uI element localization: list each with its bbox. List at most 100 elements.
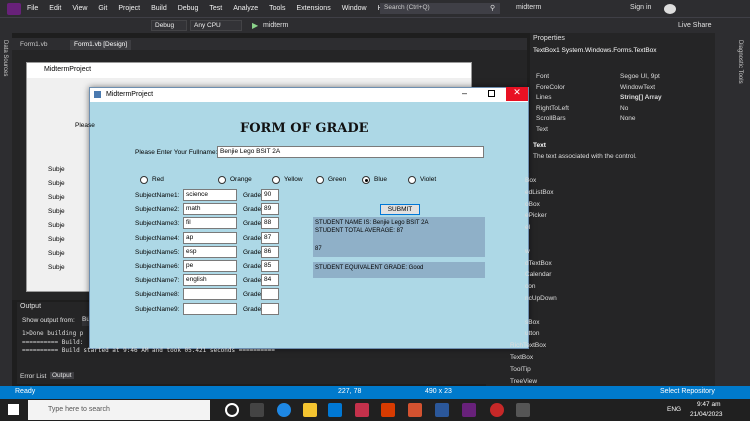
radio-orange[interactable] xyxy=(218,176,226,184)
subject-label: SubjectName3: xyxy=(135,220,180,228)
subject-input[interactable]: science xyxy=(183,189,237,201)
subject-input[interactable]: english xyxy=(183,274,237,287)
word-icon[interactable] xyxy=(435,403,449,417)
radio-yellow[interactable] xyxy=(272,176,280,184)
windows-start-icon[interactable] xyxy=(8,404,19,415)
menu-tools[interactable]: Tools xyxy=(269,5,285,12)
subject-input[interactable] xyxy=(183,302,237,315)
property-value-font[interactable]: Segoe UI, 9pt xyxy=(620,73,710,83)
toolbox-item[interactable]: edListBox xyxy=(525,189,585,200)
close-button[interactable]: ✕ xyxy=(506,87,528,101)
config-dropdown[interactable]: Debug xyxy=(151,20,187,31)
radio-red[interactable] xyxy=(140,176,148,184)
toolbox-item[interactable]: ncUpDown xyxy=(525,295,585,306)
grade-input[interactable]: 87 xyxy=(261,231,279,244)
property-value-righttoleft[interactable]: No xyxy=(620,105,710,115)
task-view-icon[interactable] xyxy=(250,403,264,417)
grade-input[interactable]: 84 xyxy=(261,274,279,287)
menu-file[interactable]: File xyxy=(27,5,38,12)
toolbox-item[interactable]: sBox xyxy=(525,319,585,330)
output-line: ========== Build started at 9:46 AM and … xyxy=(22,347,275,354)
error-list-tab[interactable]: Error List xyxy=(20,373,46,380)
toolbox-item[interactable]: Box xyxy=(525,177,585,188)
app-icon-1[interactable] xyxy=(355,403,369,417)
status-ready: Ready xyxy=(15,388,36,395)
grade-input[interactable]: 85 xyxy=(261,260,279,272)
menu-build[interactable]: Build xyxy=(151,5,167,12)
app-icon-3[interactable] xyxy=(408,403,422,417)
search-box[interactable]: Search (Ctrl+Q) xyxy=(380,3,500,14)
menu-debug[interactable]: Debug xyxy=(178,5,199,12)
grade-input[interactable] xyxy=(261,302,279,315)
fullname-input[interactable]: Benjie Lego BSIT 2A xyxy=(217,146,484,158)
maximize-button[interactable] xyxy=(488,90,495,97)
grade-input[interactable]: 89 xyxy=(261,203,279,216)
toolbox-item[interactable]: ePicker xyxy=(525,212,585,223)
toolbox-item[interactable]: w xyxy=(525,248,585,259)
radio-green[interactable] xyxy=(316,176,324,184)
radio-blue[interactable] xyxy=(362,176,370,184)
menu-extensions[interactable]: Extensions xyxy=(296,5,330,12)
diagnostic-tools-tab[interactable]: Diagnostic Tools xyxy=(737,40,743,84)
live-share-button[interactable]: Live Share xyxy=(678,22,711,29)
subject-input[interactable] xyxy=(183,288,237,301)
subject-input[interactable]: ap xyxy=(183,231,237,244)
subject-input[interactable]: math xyxy=(183,203,237,216)
app-icon-2[interactable] xyxy=(381,403,395,417)
cortana-icon[interactable] xyxy=(225,403,239,417)
visual-studio-logo-icon xyxy=(7,2,21,15)
property-value-text[interactable] xyxy=(620,126,710,136)
status-position: 227, 78 xyxy=(338,388,362,395)
menu-edit[interactable]: Edit xyxy=(49,5,61,12)
menu-analyze[interactable]: Analyze xyxy=(233,5,258,12)
toolbox-item[interactable]: ToolTip xyxy=(510,366,570,377)
sign-in-link[interactable]: Sign in xyxy=(630,4,651,11)
minimize-button[interactable]: – xyxy=(462,88,467,98)
menu-view[interactable]: View xyxy=(72,5,87,12)
running-app-icon[interactable] xyxy=(516,403,530,417)
property-value-lines[interactable]: String[] Array xyxy=(620,94,710,104)
radio-violet[interactable] xyxy=(408,176,416,184)
toolbox-item[interactable]: utton xyxy=(525,330,585,341)
subject-input[interactable]: esp xyxy=(183,245,237,258)
app-icon-4[interactable] xyxy=(490,403,504,417)
data-sources-tab[interactable]: Data Sources xyxy=(2,40,8,76)
toolbox-item[interactable]: Calendar xyxy=(525,271,585,282)
property-value-scrollbars[interactable]: None xyxy=(620,115,710,125)
toolbox-item[interactable]: RichTextBox xyxy=(510,342,570,353)
select-repository[interactable]: Select Repository xyxy=(660,388,715,395)
account-icon[interactable] xyxy=(664,4,676,14)
tab-form1-design[interactable]: Form1.vb [Design] xyxy=(70,40,132,50)
menu-test[interactable]: Test xyxy=(209,5,222,12)
toolbox-item[interactable]: el xyxy=(525,224,585,235)
output-title: Output xyxy=(20,303,42,310)
grade-input[interactable] xyxy=(261,288,279,301)
property-value-forecolor[interactable]: WindowText xyxy=(620,84,710,94)
toolbox-item[interactable]: oBox xyxy=(525,201,585,212)
menu-window[interactable]: Window xyxy=(342,5,367,12)
subject-input[interactable]: fil xyxy=(183,217,237,230)
tab-form1-vb[interactable]: Form1.vb xyxy=(16,40,51,50)
visual-studio-icon[interactable] xyxy=(462,403,476,417)
solution-name: midterm xyxy=(516,4,542,11)
properties-object[interactable]: TextBox1 System.Windows.Forms.TextBox xyxy=(533,47,657,54)
grade-input[interactable]: 88 xyxy=(261,217,279,230)
grade-input[interactable]: 90 xyxy=(261,189,279,201)
store-icon[interactable] xyxy=(328,403,342,417)
output-tab[interactable]: Output xyxy=(50,372,74,379)
file-explorer-icon[interactable] xyxy=(303,403,317,417)
submit-button[interactable]: SUBMIT xyxy=(380,204,420,215)
toolbox-item[interactable]: TextBox xyxy=(510,354,570,365)
run-target[interactable]: midterm xyxy=(263,22,288,29)
toolbox-item[interactable]: con xyxy=(525,283,585,294)
subject-input[interactable]: pe xyxy=(183,260,237,272)
grade-input[interactable]: 86 xyxy=(261,245,279,258)
start-icon[interactable]: ▶ xyxy=(252,21,258,30)
edge-icon[interactable] xyxy=(277,403,291,417)
toolbox-item[interactable]: dTextBox xyxy=(525,260,585,271)
toolbox-item[interactable]: TreeView xyxy=(510,378,570,389)
menu-git[interactable]: Git xyxy=(98,5,107,12)
menu-project[interactable]: Project xyxy=(118,5,140,12)
taskbar-search[interactable]: Type here to search xyxy=(28,400,210,420)
platform-dropdown[interactable]: Any CPU xyxy=(190,20,242,31)
